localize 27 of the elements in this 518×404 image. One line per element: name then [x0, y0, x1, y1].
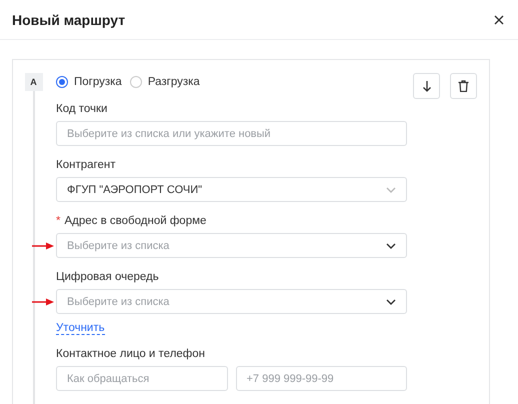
move-down-button[interactable]: [413, 73, 440, 99]
input-field[interactable]: +7 999 999-99-99: [236, 366, 407, 391]
delete-button[interactable]: [450, 73, 477, 99]
radio-option[interactable]: Погрузка: [56, 76, 122, 88]
chevron-down-icon: [386, 242, 396, 248]
field-label: Цифровая очередь: [56, 271, 159, 283]
field-label: Контактное лицо и телефон: [56, 348, 206, 360]
arrow-annotation: [32, 242, 54, 250]
chevron-down-icon: [386, 298, 396, 304]
input-field[interactable]: Как обращаться: [56, 366, 228, 391]
point-badge: A: [24, 73, 42, 91]
input-field[interactable]: Выберите из списка или укажите новый: [56, 121, 407, 146]
select-field[interactable]: Выберите из списка: [56, 289, 407, 314]
field-label: Адрес в свободной форме: [64, 215, 206, 227]
clarify-link[interactable]: Уточнить: [56, 322, 105, 335]
chevron-down-icon: [386, 186, 396, 192]
required-asterisk: *: [56, 215, 60, 227]
arrow-down-icon: [422, 80, 430, 92]
close-icon[interactable]: [492, 12, 506, 26]
select-field[interactable]: ФГУП "АЭРОПОРТ СОЧИ": [56, 177, 407, 202]
trash-icon: [458, 80, 469, 92]
select-field[interactable]: Выберите из списка: [56, 233, 407, 258]
dialog-title: Новый маршрут: [12, 12, 126, 28]
field-label: Код точки: [56, 103, 108, 115]
arrow-annotation: [32, 298, 54, 306]
field-label: Контрагент: [56, 159, 116, 171]
radio-option[interactable]: Разгрузка: [130, 76, 200, 88]
